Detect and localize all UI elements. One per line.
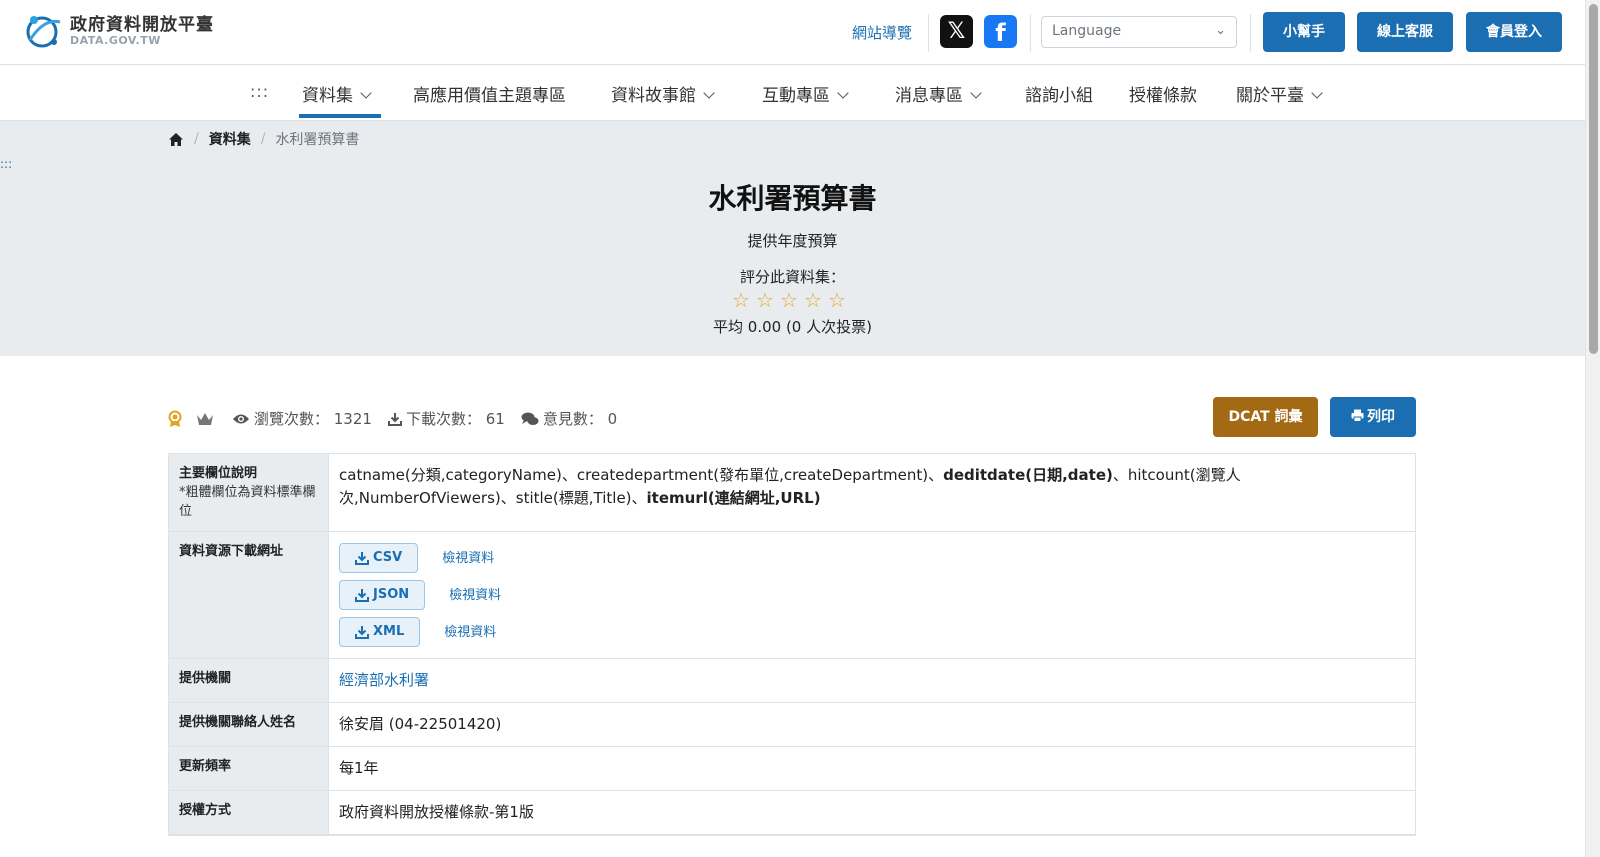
table-row: 更新頻率 每1年 [169,747,1415,791]
download-icon [355,551,369,565]
chevron-down-icon: ⌄ [1215,23,1226,38]
table-row: 提供機關 經濟部水利署 [169,659,1415,703]
dcat-button[interactable]: DCAT 詞彙 [1213,397,1318,437]
rating-stars: ☆ ☆ ☆ ☆ ☆ [731,290,847,310]
dataset-detail-table: 主要欄位說明 *粗體欄位為資料標準欄位 catname(分類,categoryN… [168,453,1416,836]
download-icon [355,625,369,639]
view-data-link[interactable]: 檢視資料 [442,547,494,570]
member-login-button[interactable]: 會員登入 [1466,12,1562,52]
star-icon[interactable]: ☆ [731,290,751,310]
dataset-hero: / 資料集 / 水利署預算書 ::: 水利署預算書 提供年度預算 評分此資料集：… [0,121,1585,356]
chevron-down-icon [360,87,372,99]
side-accesskey[interactable]: ::: [0,157,12,171]
divider [1250,14,1251,52]
home-icon[interactable] [168,132,184,147]
resources-value: CSV 檢視資料 JSON 檢視資料 XML 檢視資料 [329,532,1415,658]
resources-label: 資料資源下載網址 [169,532,329,658]
nav-item-stories[interactable]: 資料故事館 [611,81,715,106]
download-json-button[interactable]: JSON [339,580,426,610]
provider-link[interactable]: 經濟部水利署 [339,671,429,689]
page-title: 水利署預算書 [708,182,877,215]
nav-item-news[interactable]: 消息專區 [895,81,982,106]
fields-label: 主要欄位說明 [179,466,258,481]
breadcrumb-datasets[interactable]: 資料集 [209,129,251,149]
star-icon[interactable]: ☆ [779,290,799,310]
download-icon [355,588,369,602]
star-icon[interactable]: ☆ [755,290,775,310]
chevron-down-icon [837,87,849,99]
star-icon[interactable]: ☆ [827,290,847,310]
view-data-link[interactable]: 檢視資料 [449,584,501,607]
license-label: 授權方式 [169,791,329,834]
provider-label: 提供機關 [169,659,329,702]
rating-average: 平均 0.00 (0 人次投票) [713,318,872,336]
contact-value: 徐安眉 (04-22501420) [339,715,502,733]
table-row: 授權方式 政府資料開放授權條款-第1版 [169,791,1415,835]
license-value: 政府資料開放授權條款-第1版 [339,803,534,821]
page-scrollbar[interactable] [1585,0,1600,857]
eye-icon [233,414,249,423]
sitemap-link[interactable]: 網站導覽 [852,22,912,43]
language-select[interactable]: Language ⌄ [1041,16,1237,48]
dataset-description: 提供年度預算 [747,232,838,250]
nav-active-indicator [299,114,381,118]
fields-value: catname(分類,categoryName)、createdepartmen… [339,466,1241,507]
nav-item-about[interactable]: 關於平臺 [1236,81,1323,106]
comments-icon [521,412,539,425]
logo-subtitle: DATA.GOV.TW [70,34,161,47]
nav-item-interactive[interactable]: 互動專區 [762,81,849,106]
nav-accesskey[interactable]: ::: [250,82,269,101]
comment-count: 意見數： 0 [542,410,618,428]
breadcrumb-current: 水利署預算書 [275,132,360,148]
main-nav: ::: 資料集 高應用價值主題專區 資料故事館 互動專區 消息專區 諮詢小組 授… [0,65,1585,121]
breadcrumb: / 資料集 / 水利署預算書 [168,129,359,149]
table-row: 資料資源下載網址 CSV 檢視資料 JSON 檢視資料 XML 檢視資料 [169,532,1415,659]
table-row: 提供機關聯絡人姓名 徐安眉 (04-22501420) [169,703,1415,747]
chevron-down-icon [1311,87,1323,99]
divider [1030,14,1031,52]
frequency-value: 每1年 [339,759,379,777]
chevron-down-icon [703,87,715,99]
download-xml-button[interactable]: XML [339,617,421,647]
print-button[interactable]: 列印 [1330,397,1416,437]
chevron-down-icon [970,87,982,99]
download-csv-button[interactable]: CSV [339,543,419,573]
x-logo-icon[interactable]: 𝕏 [940,15,973,48]
site-logo[interactable]: 政府資料開放平臺 DATA.GOV.TW [24,12,214,50]
dataset-stats: 瀏覽次數： 1321 下載次數： 61 意見數： 0 [168,408,633,429]
rating-label: 評分此資料集： [739,268,845,286]
helper-button[interactable]: 小幫手 [1263,12,1345,52]
scrollbar-thumb[interactable] [1589,4,1598,354]
medal-icon [168,410,182,428]
download-count: 下載次數： 61 [405,410,505,428]
fields-note: *粗體欄位為資料標準欄位 [179,485,316,519]
table-row: 主要欄位說明 *粗體欄位為資料標準欄位 catname(分類,categoryN… [169,454,1415,532]
nav-item-datasets[interactable]: 資料集 [302,81,372,106]
crown-icon [196,412,214,426]
view-count: 瀏覽次數： 1321 [254,410,372,428]
facebook-logo-icon[interactable]: f [984,15,1017,48]
printer-icon [1351,409,1364,422]
view-data-link[interactable]: 檢視資料 [444,621,496,644]
nav-item-license[interactable]: 授權條款 [1129,81,1197,106]
nav-item-advisory[interactable]: 諮詢小組 [1025,81,1093,106]
site-header: 政府資料開放平臺 DATA.GOV.TW 網站導覽 𝕏 f Language ⌄… [0,0,1585,65]
nav-item-high-value[interactable]: 高應用價值主題專區 [413,81,566,106]
contact-label: 提供機關聯絡人姓名 [169,703,329,746]
star-icon[interactable]: ☆ [803,290,823,310]
language-select-value: Language [1052,23,1122,39]
logo-title: 政府資料開放平臺 [70,15,214,35]
download-icon [387,412,402,426]
divider [928,14,929,52]
logo-emblem-icon [24,12,64,50]
online-support-button[interactable]: 線上客服 [1357,12,1453,52]
frequency-label: 更新頻率 [169,747,329,790]
